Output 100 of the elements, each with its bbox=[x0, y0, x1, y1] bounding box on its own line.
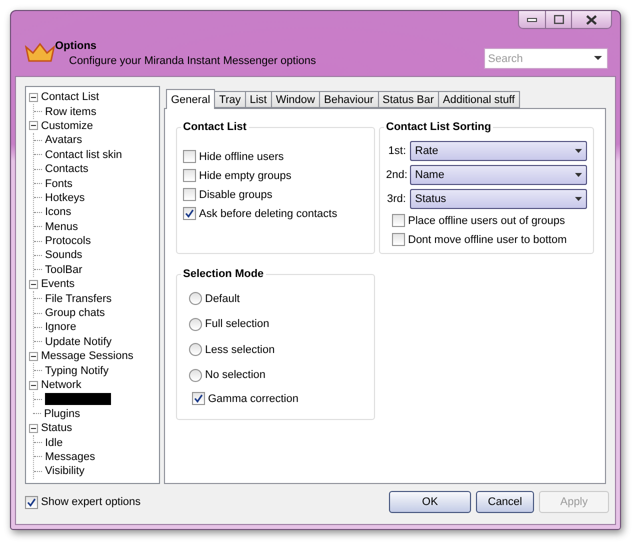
checkbox-box[interactable] bbox=[183, 207, 196, 220]
search-field[interactable]: Search bbox=[484, 48, 608, 69]
tree-item[interactable]: Fonts bbox=[45, 178, 73, 190]
group-title: Contact List Sorting bbox=[385, 121, 492, 133]
tree-item[interactable]: Menus bbox=[45, 220, 78, 233]
minimize-icon bbox=[527, 18, 537, 22]
tree-item[interactable]: ToolBar bbox=[45, 264, 82, 276]
tab[interactable]: General bbox=[166, 89, 216, 109]
checkbox-label: Show expert options bbox=[41, 496, 141, 508]
checkbox[interactable]: Hide offline users bbox=[183, 147, 368, 166]
tree-item[interactable]: Idle bbox=[45, 436, 63, 449]
tree-item[interactable]: Update Notify bbox=[45, 336, 112, 348]
collapse-icon[interactable] bbox=[29, 280, 38, 289]
dialog-button[interactable]: Cancel bbox=[476, 491, 534, 513]
tree-item[interactable]: Row items bbox=[45, 106, 96, 118]
checkbox-label: Ask before deleting contacts bbox=[199, 208, 338, 220]
crown-logo-icon bbox=[25, 41, 55, 63]
dropdown-arrow-icon[interactable] bbox=[594, 56, 602, 61]
radio-button[interactable]: Default bbox=[189, 286, 368, 312]
checkbox-box[interactable] bbox=[183, 169, 196, 182]
tree-item[interactable]: Contact list skin bbox=[45, 148, 122, 161]
radio-label: Less selection bbox=[205, 344, 275, 356]
tree-item[interactable]: Message Sessions bbox=[41, 350, 134, 362]
group-title: Selection Mode bbox=[182, 268, 265, 280]
select-label: 3rd: bbox=[386, 193, 406, 205]
tab[interactable]: Tray bbox=[214, 91, 246, 108]
radio-circle[interactable] bbox=[189, 343, 202, 356]
collapse-icon[interactable] bbox=[29, 92, 38, 102]
checkbox-box[interactable] bbox=[192, 392, 205, 405]
radio-circle[interactable] bbox=[189, 292, 202, 306]
tab[interactable]: List bbox=[244, 91, 272, 108]
close-button[interactable] bbox=[571, 11, 611, 28]
radio-button[interactable]: No selection bbox=[189, 362, 368, 388]
collapse-icon[interactable] bbox=[29, 121, 38, 130]
checkbox-label: Gamma correction bbox=[208, 392, 298, 404]
select-label: 2nd: bbox=[386, 169, 406, 181]
tree-item[interactable]: Status bbox=[41, 422, 72, 434]
group-title: Contact List bbox=[182, 121, 248, 133]
dropdown[interactable]: Name bbox=[410, 165, 587, 185]
tree-item[interactable]: Sounds bbox=[45, 249, 82, 262]
collapse-icon[interactable] bbox=[29, 424, 38, 433]
dropdown-arrow-icon bbox=[575, 197, 582, 201]
tree-item[interactable]: Avatars bbox=[45, 134, 82, 146]
tree-item[interactable]: Messages bbox=[45, 450, 96, 463]
dialog-button[interactable]: OK bbox=[389, 491, 471, 513]
tab[interactable]: Status Bar bbox=[378, 91, 439, 108]
tree-item[interactable]: Protocols bbox=[45, 235, 91, 248]
tree-item[interactable]: Visibility bbox=[45, 465, 85, 478]
checkbox-box[interactable] bbox=[183, 150, 196, 163]
tree-item[interactable]: File Transfers bbox=[45, 292, 112, 305]
window-subtitle: Configure your Miranda Instant Messenger options bbox=[69, 55, 316, 67]
tree-item[interactable]: Typing Notify bbox=[45, 364, 109, 377]
checkbox[interactable]: Ask before deleting contacts bbox=[183, 204, 368, 223]
dropdown[interactable]: Rate bbox=[410, 141, 587, 161]
radio-label: Default bbox=[205, 292, 240, 305]
checkbox-label: Disable groups bbox=[199, 188, 272, 200]
checkbox-box[interactable] bbox=[392, 233, 405, 246]
minimize-button[interactable] bbox=[519, 11, 545, 28]
radio-circle[interactable] bbox=[189, 368, 202, 382]
tab[interactable]: Behaviour bbox=[318, 91, 379, 108]
maximize-icon bbox=[554, 15, 564, 24]
tree-item[interactable]: Icons bbox=[45, 206, 72, 218]
tree-item[interactable]: Network bbox=[41, 379, 82, 391]
dropdown[interactable]: Status bbox=[410, 189, 587, 209]
checkbox[interactable]: Gamma correction bbox=[192, 389, 368, 408]
checkbox-box[interactable] bbox=[183, 188, 196, 201]
tree-item[interactable]: Events bbox=[41, 278, 75, 290]
tree-item[interactable]: Contacts bbox=[45, 163, 88, 176]
maximize-button[interactable] bbox=[545, 11, 571, 28]
checkbox[interactable]: Disable groups bbox=[183, 185, 368, 204]
window-title: Options bbox=[55, 40, 98, 52]
tree-item[interactable]: Hotkeys bbox=[45, 192, 85, 204]
checkbox-box[interactable] bbox=[25, 496, 38, 508]
checkbox-label: Place offline users out of groups bbox=[408, 214, 565, 226]
collapse-icon[interactable] bbox=[29, 352, 38, 361]
collapse-icon[interactable] bbox=[29, 380, 38, 390]
checkbox[interactable]: Hide empty groups bbox=[183, 166, 368, 185]
checkbox-label: Hide empty groups bbox=[199, 170, 292, 182]
checkbox-label: Hide offline users bbox=[199, 150, 284, 162]
tree-item[interactable]: Plugins bbox=[44, 408, 80, 420]
tab[interactable]: Additional stuff bbox=[438, 91, 520, 108]
dropdown-arrow-icon bbox=[575, 149, 582, 153]
tree-item[interactable]: Customize bbox=[41, 120, 93, 132]
checkbox[interactable]: Show expert options bbox=[25, 492, 141, 512]
radio-label: No selection bbox=[205, 369, 266, 382]
select-label: 1st: bbox=[387, 145, 406, 157]
checkbox[interactable]: Dont move offline user to bottom bbox=[392, 230, 587, 249]
radio-button[interactable]: Less selection bbox=[189, 337, 368, 362]
tree-item[interactable]: Contact List bbox=[41, 91, 100, 104]
tree-item[interactable]: Ignore bbox=[45, 321, 76, 334]
tree-item[interactable]: Group chats bbox=[45, 307, 105, 320]
radio-button[interactable]: Full selection bbox=[189, 312, 368, 337]
tab[interactable]: Window bbox=[270, 91, 320, 108]
redaction-block bbox=[45, 393, 111, 406]
close-icon bbox=[586, 14, 597, 24]
dropdown-arrow-icon bbox=[575, 173, 582, 177]
checkbox-box[interactable] bbox=[392, 214, 405, 227]
checkbox[interactable]: Place offline users out of groups bbox=[392, 211, 587, 230]
checkbox-label: Dont move offline user to bottom bbox=[408, 234, 567, 246]
radio-circle[interactable] bbox=[189, 318, 202, 331]
